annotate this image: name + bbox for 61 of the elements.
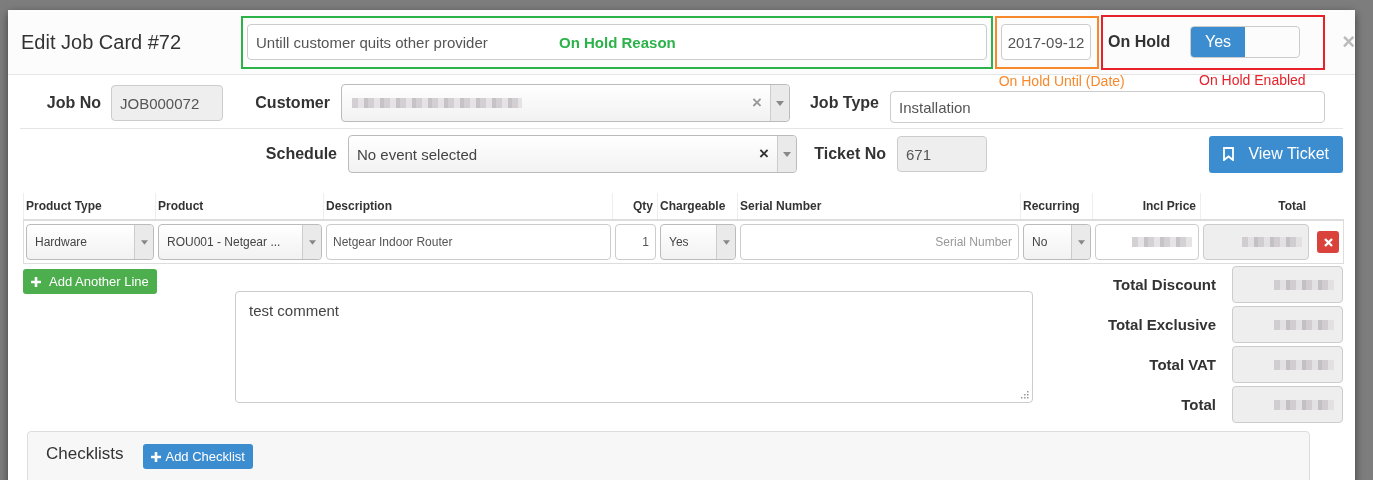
column-header: Product <box>155 193 323 219</box>
column-header: Serial Number <box>737 193 1020 219</box>
price-field[interactable] <box>1095 224 1199 260</box>
column-header: Description <box>323 193 612 219</box>
blurred-value <box>1274 399 1334 410</box>
column-header: Product Type <box>23 193 155 219</box>
caret-icon <box>783 151 791 157</box>
field-label: Customer <box>254 94 331 112</box>
blurred-value <box>1242 237 1302 247</box>
add-checklist-button[interactable]: Add Checklist <box>143 444 253 469</box>
total-label: Total <box>1180 396 1216 413</box>
field-label: Job Type <box>808 94 880 112</box>
job-no-field: JOB000072 <box>111 85 223 121</box>
qty-field[interactable]: 1 <box>615 224 656 260</box>
column-header: Recurring <box>1020 193 1092 219</box>
ticket-no-field: 671 <box>897 136 987 172</box>
serial-number-field[interactable]: Serial Number <box>740 224 1019 260</box>
blurred-value <box>1274 279 1334 290</box>
modal-title: Edit Job Card #72 <box>21 30 183 54</box>
clear-button[interactable]: × <box>751 144 777 164</box>
on-hold-label: On Hold <box>1108 33 1172 51</box>
toggle-label: Yes <box>1191 27 1245 57</box>
resize-grip-icon <box>1021 391 1029 399</box>
product-type-select[interactable]: Hardware <box>26 224 154 260</box>
job-type-field[interactable]: Installation <box>890 91 1325 123</box>
caret-icon <box>776 100 784 106</box>
caret-icon <box>1077 239 1085 245</box>
blurred-value <box>1132 237 1192 247</box>
on-hold-toggle[interactable]: Yes <box>1190 26 1300 58</box>
total-label: Total Discount <box>1111 276 1216 293</box>
annotation-label: On Hold Enabled <box>1199 71 1306 88</box>
field-label: Ticket No <box>813 145 887 163</box>
annotation-label: On Hold Reason <box>559 33 676 51</box>
close-icon <box>1323 237 1333 247</box>
column-header: Total <box>1200 193 1310 219</box>
caret-icon <box>722 239 730 245</box>
plus-icon <box>31 276 41 287</box>
caret-icon <box>140 239 148 245</box>
bookmark-icon <box>1223 147 1235 161</box>
column-header: Chargeable <box>657 193 737 219</box>
chargeable-select[interactable]: Yes <box>660 224 736 260</box>
plus-icon <box>151 451 162 462</box>
delete-button[interactable] <box>1317 231 1339 253</box>
annotation-label: On Hold Until (Date) <box>998 72 1125 89</box>
column-header: Qty <box>612 193 657 219</box>
product-select[interactable]: ROU001 - Netgear ... <box>158 224 322 260</box>
date-field[interactable]: 2017-09-12 <box>1000 24 1092 60</box>
description-field[interactable]: Netgear Indoor Router <box>326 224 611 260</box>
blurred-value <box>1274 319 1334 330</box>
field-label: Schedule <box>264 145 338 163</box>
caret-icon <box>308 239 316 245</box>
field-label: Job No <box>45 94 102 112</box>
comment-field[interactable]: test comment <box>235 291 1033 403</box>
checklists-title: Checklists <box>46 444 124 464</box>
column-header: Incl Price <box>1092 193 1200 219</box>
schedule-select[interactable]: No event selected × <box>348 135 797 173</box>
recurring-select[interactable]: No <box>1023 224 1091 260</box>
total-label: Total VAT <box>1148 356 1216 373</box>
total-label: Total Exclusive <box>1106 316 1216 333</box>
view-ticket-button[interactable]: View Ticket <box>1209 135 1343 173</box>
blurred-value <box>1274 359 1334 370</box>
